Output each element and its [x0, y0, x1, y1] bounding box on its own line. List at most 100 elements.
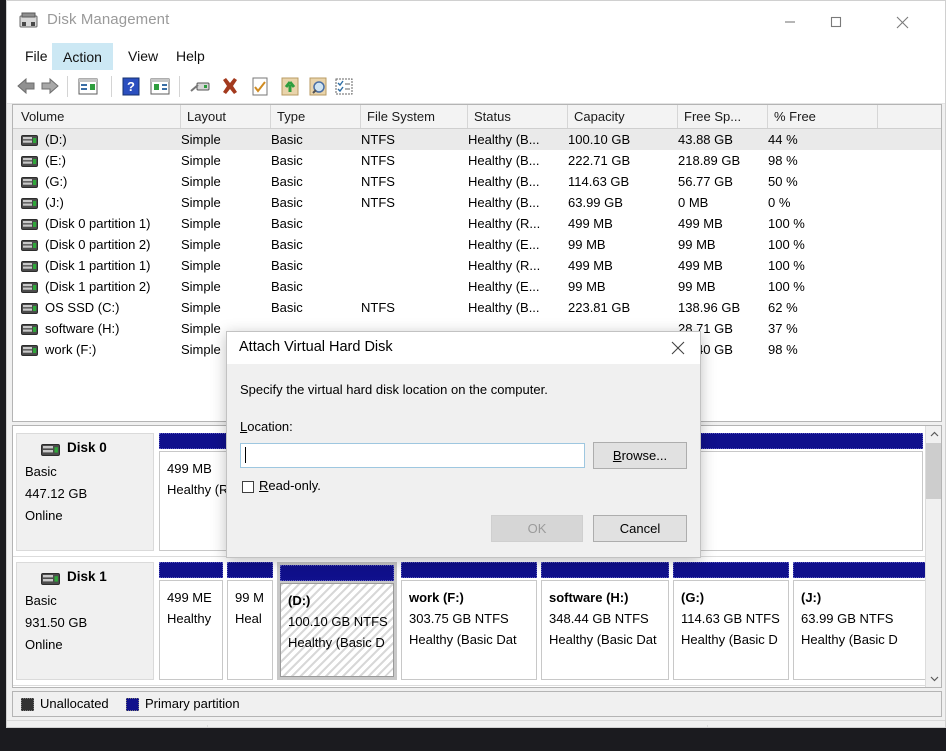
cell-percent-free: 100 %	[768, 258, 805, 273]
volume-row[interactable]: (J:) Simple Basic NTFS Healthy (B... 63.99 GB…	[13, 192, 941, 213]
close-button[interactable]	[879, 1, 925, 43]
cell-type: Basic	[271, 153, 303, 168]
graphic-pane-scrollbar[interactable]	[925, 426, 941, 687]
partition-block[interactable]: (D:) 100.10 GB NTFS Healthy (Basic D	[277, 562, 397, 680]
read-only-checkbox[interactable]	[242, 481, 254, 493]
toolbar: ?	[7, 70, 945, 104]
dialog-title: Attach Virtual Hard Disk	[239, 339, 393, 355]
partition-status: Healthy (Basic D	[801, 632, 898, 647]
column-header-capacity[interactable]: Capacity	[568, 105, 678, 128]
column-header-file-system[interactable]: File System	[361, 105, 468, 128]
toolbar-separator	[179, 76, 180, 97]
cell-capacity: 114.63 GB	[568, 174, 630, 189]
partition-status: Healthy (Basic D	[288, 635, 385, 650]
partition-title: (G:)	[681, 590, 705, 605]
volume-row[interactable]: (Disk 0 partition 1) Simple Basic Healthy (…	[13, 213, 941, 234]
maximize-button[interactable]	[813, 1, 859, 43]
forward-arrow-icon[interactable]	[39, 76, 61, 97]
column-header-layout[interactable]: Layout	[181, 105, 271, 128]
location-input[interactable]	[240, 443, 585, 468]
cell-file-system: NTFS	[361, 300, 395, 315]
partition-block[interactable]: (J:) 63.99 GB NTFS Healthy (Basic D	[793, 562, 929, 680]
location-label-rest: ocation:	[247, 419, 293, 434]
partition-color-bar	[541, 562, 669, 578]
dialog-close-icon[interactable]	[656, 332, 700, 364]
cell-percent-free: 0 %	[768, 195, 791, 210]
disk-type: Basic	[25, 464, 57, 479]
cell-type: Basic	[271, 216, 303, 231]
column-header-type[interactable]: Type	[271, 105, 361, 128]
cell-free-space: 99 MB	[678, 237, 716, 252]
cancel-button[interactable]: Cancel	[593, 515, 687, 542]
scrollbar-thumb[interactable]	[926, 443, 941, 499]
cell-type: Basic	[271, 195, 303, 210]
delete-icon[interactable]	[219, 76, 241, 97]
cell-type: Basic	[271, 300, 303, 315]
dialog-title-bar: Attach Virtual Hard Disk	[227, 332, 700, 364]
properties-icon[interactable]	[249, 76, 271, 97]
disk-type: Basic	[25, 593, 57, 608]
column-header-free-space[interactable]: Free Sp...	[678, 105, 768, 128]
menu-view[interactable]: View	[118, 43, 168, 70]
partition-body: 499 ME Healthy	[159, 580, 223, 680]
volume-list-header: Volume Layout Type File System Status Ca…	[13, 105, 941, 129]
cell-status: Healthy (E...	[468, 237, 540, 252]
menu-help[interactable]: Help	[166, 43, 215, 70]
volume-row[interactable]: (D:) Simple Basic NTFS Healthy (B... 100.10 G…	[13, 129, 941, 150]
read-only-label[interactable]: Read-only.	[259, 478, 321, 493]
cell-layout: Simple	[181, 300, 221, 315]
menu-action[interactable]: Action	[52, 43, 113, 70]
scroll-up-icon[interactable]	[926, 426, 941, 443]
cell-type: Basic	[271, 258, 303, 273]
ok-button[interactable]: OK	[491, 515, 583, 542]
volume-row[interactable]: (G:) Simple Basic NTFS Healthy (B... 114.63 G…	[13, 171, 941, 192]
partition-color-bar	[227, 562, 273, 578]
show-hide-console-tree-icon[interactable]	[77, 76, 99, 97]
back-arrow-icon[interactable]	[15, 76, 37, 97]
column-header-filler	[878, 105, 941, 128]
volume-row[interactable]: (Disk 1 partition 2) Simple Basic Healthy (…	[13, 276, 941, 297]
cell-status: Healthy (B...	[468, 195, 540, 210]
partition-block[interactable]: 499 ME Healthy	[159, 562, 223, 680]
partition-status: Healthy (Basic D	[681, 632, 778, 647]
volume-row[interactable]: (E:) Simple Basic NTFS Healthy (B... 222.71 G…	[13, 150, 941, 171]
minimize-button[interactable]	[767, 1, 813, 43]
disk-icon	[21, 260, 38, 272]
disk-management-icon	[19, 12, 38, 28]
column-header-volume[interactable]: Volume	[15, 105, 181, 128]
rescan-disks-icon[interactable]	[189, 76, 211, 97]
disk-info-panel[interactable]: Disk 0 Basic 447.12 GB Online	[16, 433, 154, 551]
cell-percent-free: 44 %	[768, 132, 798, 147]
cell-layout: Simple	[181, 174, 221, 189]
cell-free-space: 138.96 GB	[678, 300, 741, 315]
volume-row[interactable]: (Disk 1 partition 1) Simple Basic Healthy (…	[13, 255, 941, 276]
show-hide-action-pane-icon[interactable]	[149, 76, 171, 97]
disk-icon	[21, 344, 38, 356]
volume-row[interactable]: OS SSD (C:) Simple Basic NTFS Healthy (B... 2…	[13, 297, 941, 318]
partition-size: 99 M	[235, 590, 264, 605]
help-icon[interactable]: ?	[120, 76, 142, 97]
export-list-icon[interactable]	[279, 76, 301, 97]
column-header-status[interactable]: Status	[468, 105, 568, 128]
browse-button[interactable]: Browse...	[593, 442, 687, 469]
volume-row[interactable]: (Disk 0 partition 2) Simple Basic Healthy (…	[13, 234, 941, 255]
partition-title: (D:)	[288, 593, 311, 608]
scroll-down-icon[interactable]	[926, 670, 941, 687]
disk-info-panel[interactable]: Disk 1 Basic 931.50 GB Online	[16, 562, 154, 680]
cell-percent-free: 98 %	[768, 153, 798, 168]
column-header-percent-free[interactable]: % Free	[768, 105, 878, 128]
cell-file-system: NTFS	[361, 132, 395, 147]
partition-block[interactable]: software (H:) 348.44 GB NTFS Healthy (Basi…	[541, 562, 669, 680]
partition-block[interactable]: work (F:) 303.75 GB NTFS Healthy (Basic Da…	[401, 562, 537, 680]
cell-percent-free: 100 %	[768, 216, 805, 231]
cell-volume: OS SSD (C:)	[45, 300, 120, 315]
cell-file-system: NTFS	[361, 153, 395, 168]
partition-color-bar	[159, 562, 223, 578]
search-icon[interactable]	[307, 76, 329, 97]
partition-status: Heal	[235, 611, 262, 626]
partition-block[interactable]: 99 M Heal	[227, 562, 273, 680]
partition-block[interactable]: (G:) 114.63 GB NTFS Healthy (Basic D	[673, 562, 789, 680]
attach-virtual-hard-disk-dialog: Attach Virtual Hard Disk Specify the vir…	[226, 331, 701, 558]
detail-view-icon[interactable]	[333, 76, 355, 97]
dialog-description: Specify the virtual hard disk location o…	[240, 382, 548, 397]
